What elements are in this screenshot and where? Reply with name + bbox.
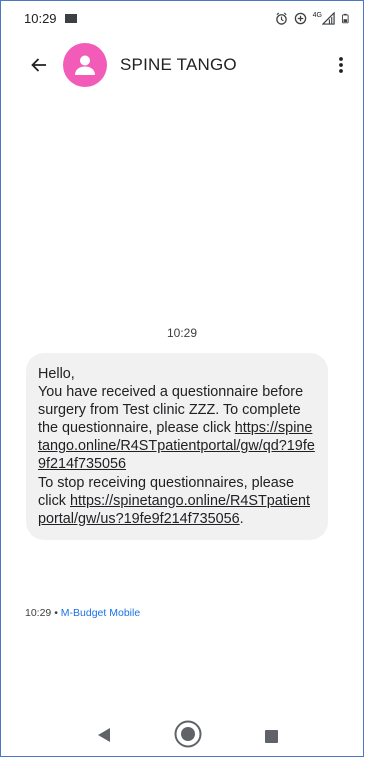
status-bar: 10:29 4G [1,1,363,35]
nav-recents-icon[interactable] [265,730,278,743]
system-navigation-bar [1,719,363,756]
phone-screen: 10:29 4G SPINE TANGO 10:29 Hello, You ha… [0,0,364,757]
more-options-button[interactable] [327,51,355,79]
message-timestamp: 10:29 [166,326,198,340]
data-saver-icon [294,12,306,24]
message-text-end: . [239,510,244,527]
arrow-back-icon [31,58,46,72]
alarm-icon [275,12,287,25]
message-greeting: Hello, [38,366,75,382]
message-meta: 10:29 • M-Budget Mobile [25,607,140,619]
nav-home-icon[interactable] [173,719,203,749]
signal-icon [322,11,335,25]
meta-separator: • [51,607,61,619]
meta-carrier: M-Budget Mobile [60,607,141,619]
status-time: 10:29 [24,10,57,26]
meta-time: 10:29 [25,607,52,619]
message-notification-icon [64,13,77,23]
contact-name[interactable]: SPINE TANGO [120,55,237,75]
nav-back-icon[interactable] [97,727,111,743]
conversation-header: SPINE TANGO [1,37,363,93]
unsubscribe-link[interactable]: https://spinetango.online/R4STpatientpor… [38,493,310,527]
battery-icon [341,13,349,23]
more-vert-icon [339,57,343,73]
message-bubble[interactable]: Hello, You have received a questionnaire… [26,353,328,540]
back-button[interactable] [25,51,53,79]
network-type-label: 4G [312,11,322,19]
contact-avatar[interactable] [63,43,107,87]
person-icon [75,55,95,75]
